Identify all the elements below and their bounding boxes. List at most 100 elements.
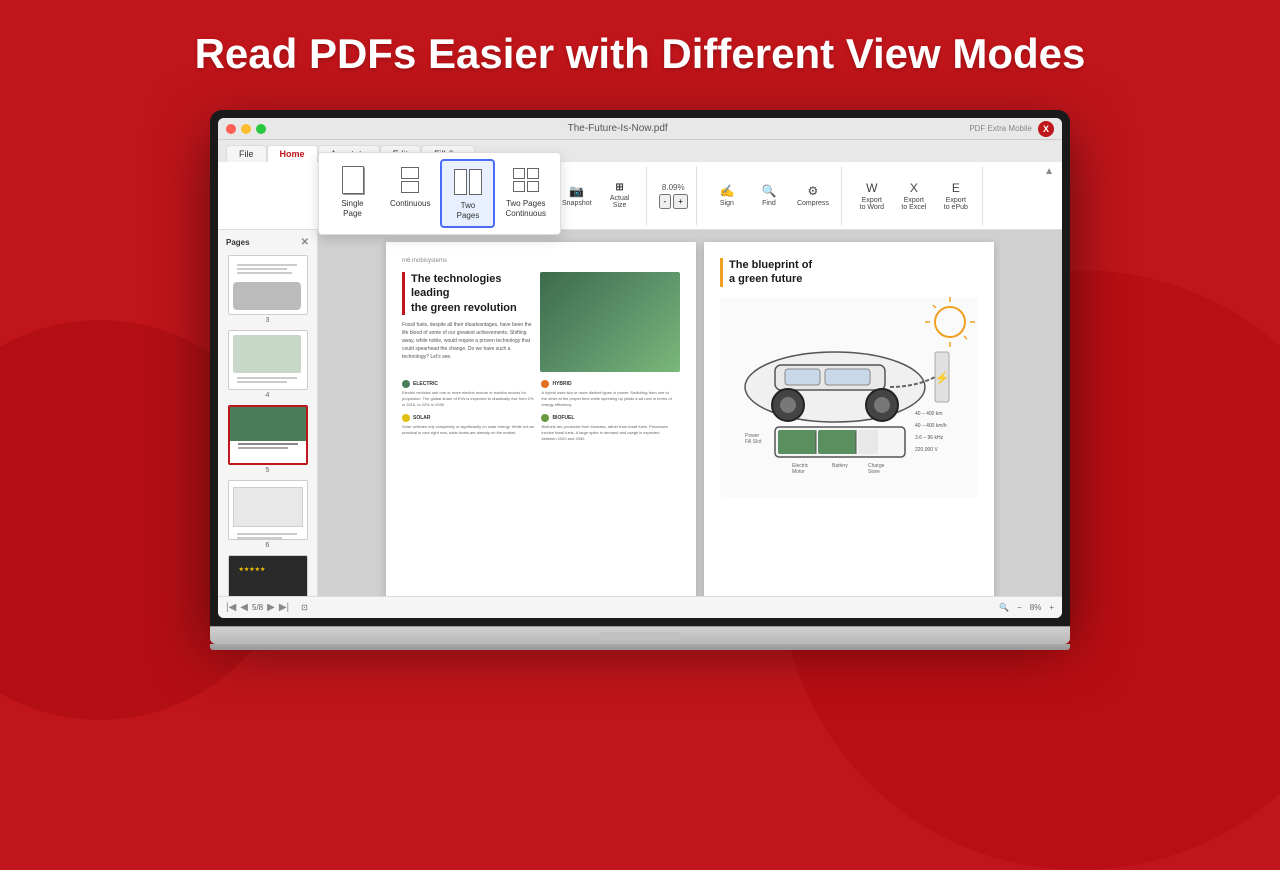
- fit-btn[interactable]: ⊡: [301, 603, 308, 612]
- title-bar: The-Future-Is-Now.pdf PDF Extra Mobile X: [218, 118, 1062, 140]
- snapshot-tool[interactable]: 📷 Snapshot: [558, 180, 596, 211]
- pdf-hero-image: [540, 272, 680, 372]
- sidebar-header: Pages ✕: [222, 234, 313, 251]
- export-word-icon: W: [866, 181, 877, 195]
- view-two-pages-continuous[interactable]: Two PagesContinuous: [497, 159, 553, 228]
- mini-dark-bg: ★★★★★: [229, 556, 307, 596]
- zoom-in-btn[interactable]: +: [673, 194, 688, 209]
- single-page-rect: [342, 166, 364, 194]
- close-dot[interactable]: [226, 124, 236, 134]
- view-mode-popup: SinglePage Continuous: [318, 152, 561, 235]
- two-pages-cont-icon: [511, 165, 541, 195]
- snapshot-label: Snapshot: [562, 200, 592, 207]
- nav-next-btn[interactable]: ▶: [267, 602, 275, 613]
- view-continuous[interactable]: Continuous: [382, 159, 438, 228]
- status-nav: |◀ ◀ 5/8 ▶ ▶| ⊡: [226, 602, 312, 613]
- biofuel-label: BIOFUEL: [541, 414, 674, 422]
- mini-green-area: [230, 407, 306, 441]
- export-epub-tool[interactable]: E Export to ePub: [938, 177, 974, 215]
- svg-text:40 – 400 km/h: 40 – 400 km/h: [915, 423, 947, 429]
- snapshot-icon: 📷: [569, 184, 584, 198]
- hybrid-text: A hybrid uses two or more distinct types…: [541, 390, 674, 408]
- thumbnail-item-7[interactable]: ★★★★★ 7: [222, 555, 313, 596]
- title-bar-right: PDF Extra Mobile X: [969, 121, 1054, 137]
- two-pages-rects: [454, 169, 482, 195]
- thumbnail-item-4[interactable]: 4: [222, 330, 313, 399]
- export-excel-label2: to Excel: [901, 204, 926, 211]
- sign-tool[interactable]: ✍ Sign: [709, 180, 745, 211]
- tab-file[interactable]: File: [226, 145, 267, 162]
- sidebar-close-btn[interactable]: ✕: [301, 237, 309, 248]
- find-label: Find: [762, 200, 776, 207]
- actual-size-label2: Size: [613, 202, 627, 209]
- pdf-right-heading: The blueprint ofa green future: [720, 258, 978, 287]
- zoom-display: 8.09% - +: [659, 183, 688, 209]
- export-word-label: Export: [862, 197, 882, 204]
- energy-biofuel: BIOFUEL Biofuels are produced from bioma…: [541, 414, 674, 442]
- export-excel-tool[interactable]: X Export to Excel: [896, 177, 932, 215]
- continuous-rects: [401, 167, 419, 193]
- svg-text:⚡: ⚡: [935, 371, 950, 385]
- export-excel-icon: X: [910, 181, 918, 195]
- pdf-energy-types: ELECTRIC Electric vehicles use one or mo…: [402, 380, 680, 442]
- nav-prev-btn[interactable]: ◀: [240, 602, 248, 613]
- view-two-pages[interactable]: TwoPages: [440, 159, 495, 228]
- nav-last-btn[interactable]: ▶|: [279, 602, 289, 613]
- hybrid-label: HYBRID: [541, 380, 674, 388]
- maximize-dot[interactable]: [256, 124, 266, 134]
- laptop-container: The-Future-Is-Now.pdf PDF Extra Mobile X…: [210, 110, 1070, 650]
- zoom-minus-btn[interactable]: −: [1017, 603, 1022, 612]
- laptop-foot: [210, 644, 1070, 650]
- mini-text-3: [237, 264, 297, 276]
- find-tool[interactable]: 🔍 Find: [751, 180, 787, 211]
- thumbnail-img-3: [228, 255, 308, 315]
- ribbon-expand-btn[interactable]: ▲: [1044, 166, 1054, 177]
- export-word-label2: to Word: [860, 204, 884, 211]
- energy-electric: ELECTRIC Electric vehicles use one or mo…: [402, 380, 535, 408]
- view-single-page[interactable]: SinglePage: [325, 159, 380, 228]
- screen-content: The-Future-Is-Now.pdf PDF Extra Mobile X…: [218, 118, 1062, 618]
- mini-stars: ★★★★★: [239, 566, 266, 573]
- actual-size-tool[interactable]: ⊞ Actual Size: [602, 178, 638, 213]
- actual-size-label: Actual: [610, 195, 629, 202]
- two-cont-rects: [513, 168, 539, 192]
- thumbnail-item-6[interactable]: 6: [222, 480, 313, 549]
- nav-first-btn[interactable]: |◀: [226, 602, 236, 613]
- mini-line-5b: [238, 447, 288, 449]
- mini-line-5a: [238, 443, 298, 445]
- pdf-page-left: m6 mobisystems The technologies leadingt…: [386, 242, 696, 596]
- export-word-tool[interactable]: W Export to Word: [854, 177, 890, 215]
- two-pages-label: TwoPages: [457, 201, 480, 220]
- pdf-hero-inner: [540, 272, 680, 372]
- zoom-plus-btn[interactable]: +: [1049, 603, 1054, 612]
- biofuel-text: Biofuels are produced from biomass, rath…: [541, 424, 674, 442]
- zoom-out-btn[interactable]: -: [659, 194, 672, 209]
- status-right: 🔍 − 8% +: [999, 603, 1054, 612]
- two-pages-cont-label: Two PagesContinuous: [505, 199, 545, 218]
- tc-rect-2: [527, 168, 539, 179]
- svg-text:40 – 400 km: 40 – 400 km: [915, 411, 943, 417]
- compress-tool[interactable]: ⚙ Compress: [793, 180, 833, 211]
- find-icon: 🔍: [761, 184, 776, 198]
- compress-label: Compress: [797, 200, 829, 207]
- mini-page-7: ★★★★★: [229, 556, 307, 596]
- sign-icon: ✍: [719, 184, 734, 198]
- pdf-page-right: The blueprint ofa green future: [704, 242, 994, 596]
- two-pages-icon: [453, 167, 483, 197]
- minimize-dot[interactable]: [241, 124, 251, 134]
- thumbnail-item-3[interactable]: 3: [222, 255, 313, 324]
- tab-home[interactable]: Home: [267, 145, 318, 162]
- thumbnail-item-5[interactable]: 5: [222, 405, 313, 474]
- svg-text:Store: Store: [868, 469, 880, 475]
- mini-page-5: [230, 407, 306, 463]
- thumbnail-img-7: ★★★★★: [228, 555, 308, 596]
- svg-text:Fill Slot: Fill Slot: [745, 439, 762, 445]
- electric-text: Electric vehicles use one or more electr…: [402, 390, 535, 408]
- mini-line-1: [237, 264, 297, 266]
- two-cont-row-1: [513, 168, 539, 179]
- sidebar-title: Pages: [226, 238, 250, 247]
- app-label: PDF Extra Mobile: [969, 124, 1032, 133]
- two-page-rect-2: [469, 169, 482, 195]
- export-epub-icon: E: [952, 181, 960, 195]
- biofuel-bullet: [541, 414, 549, 422]
